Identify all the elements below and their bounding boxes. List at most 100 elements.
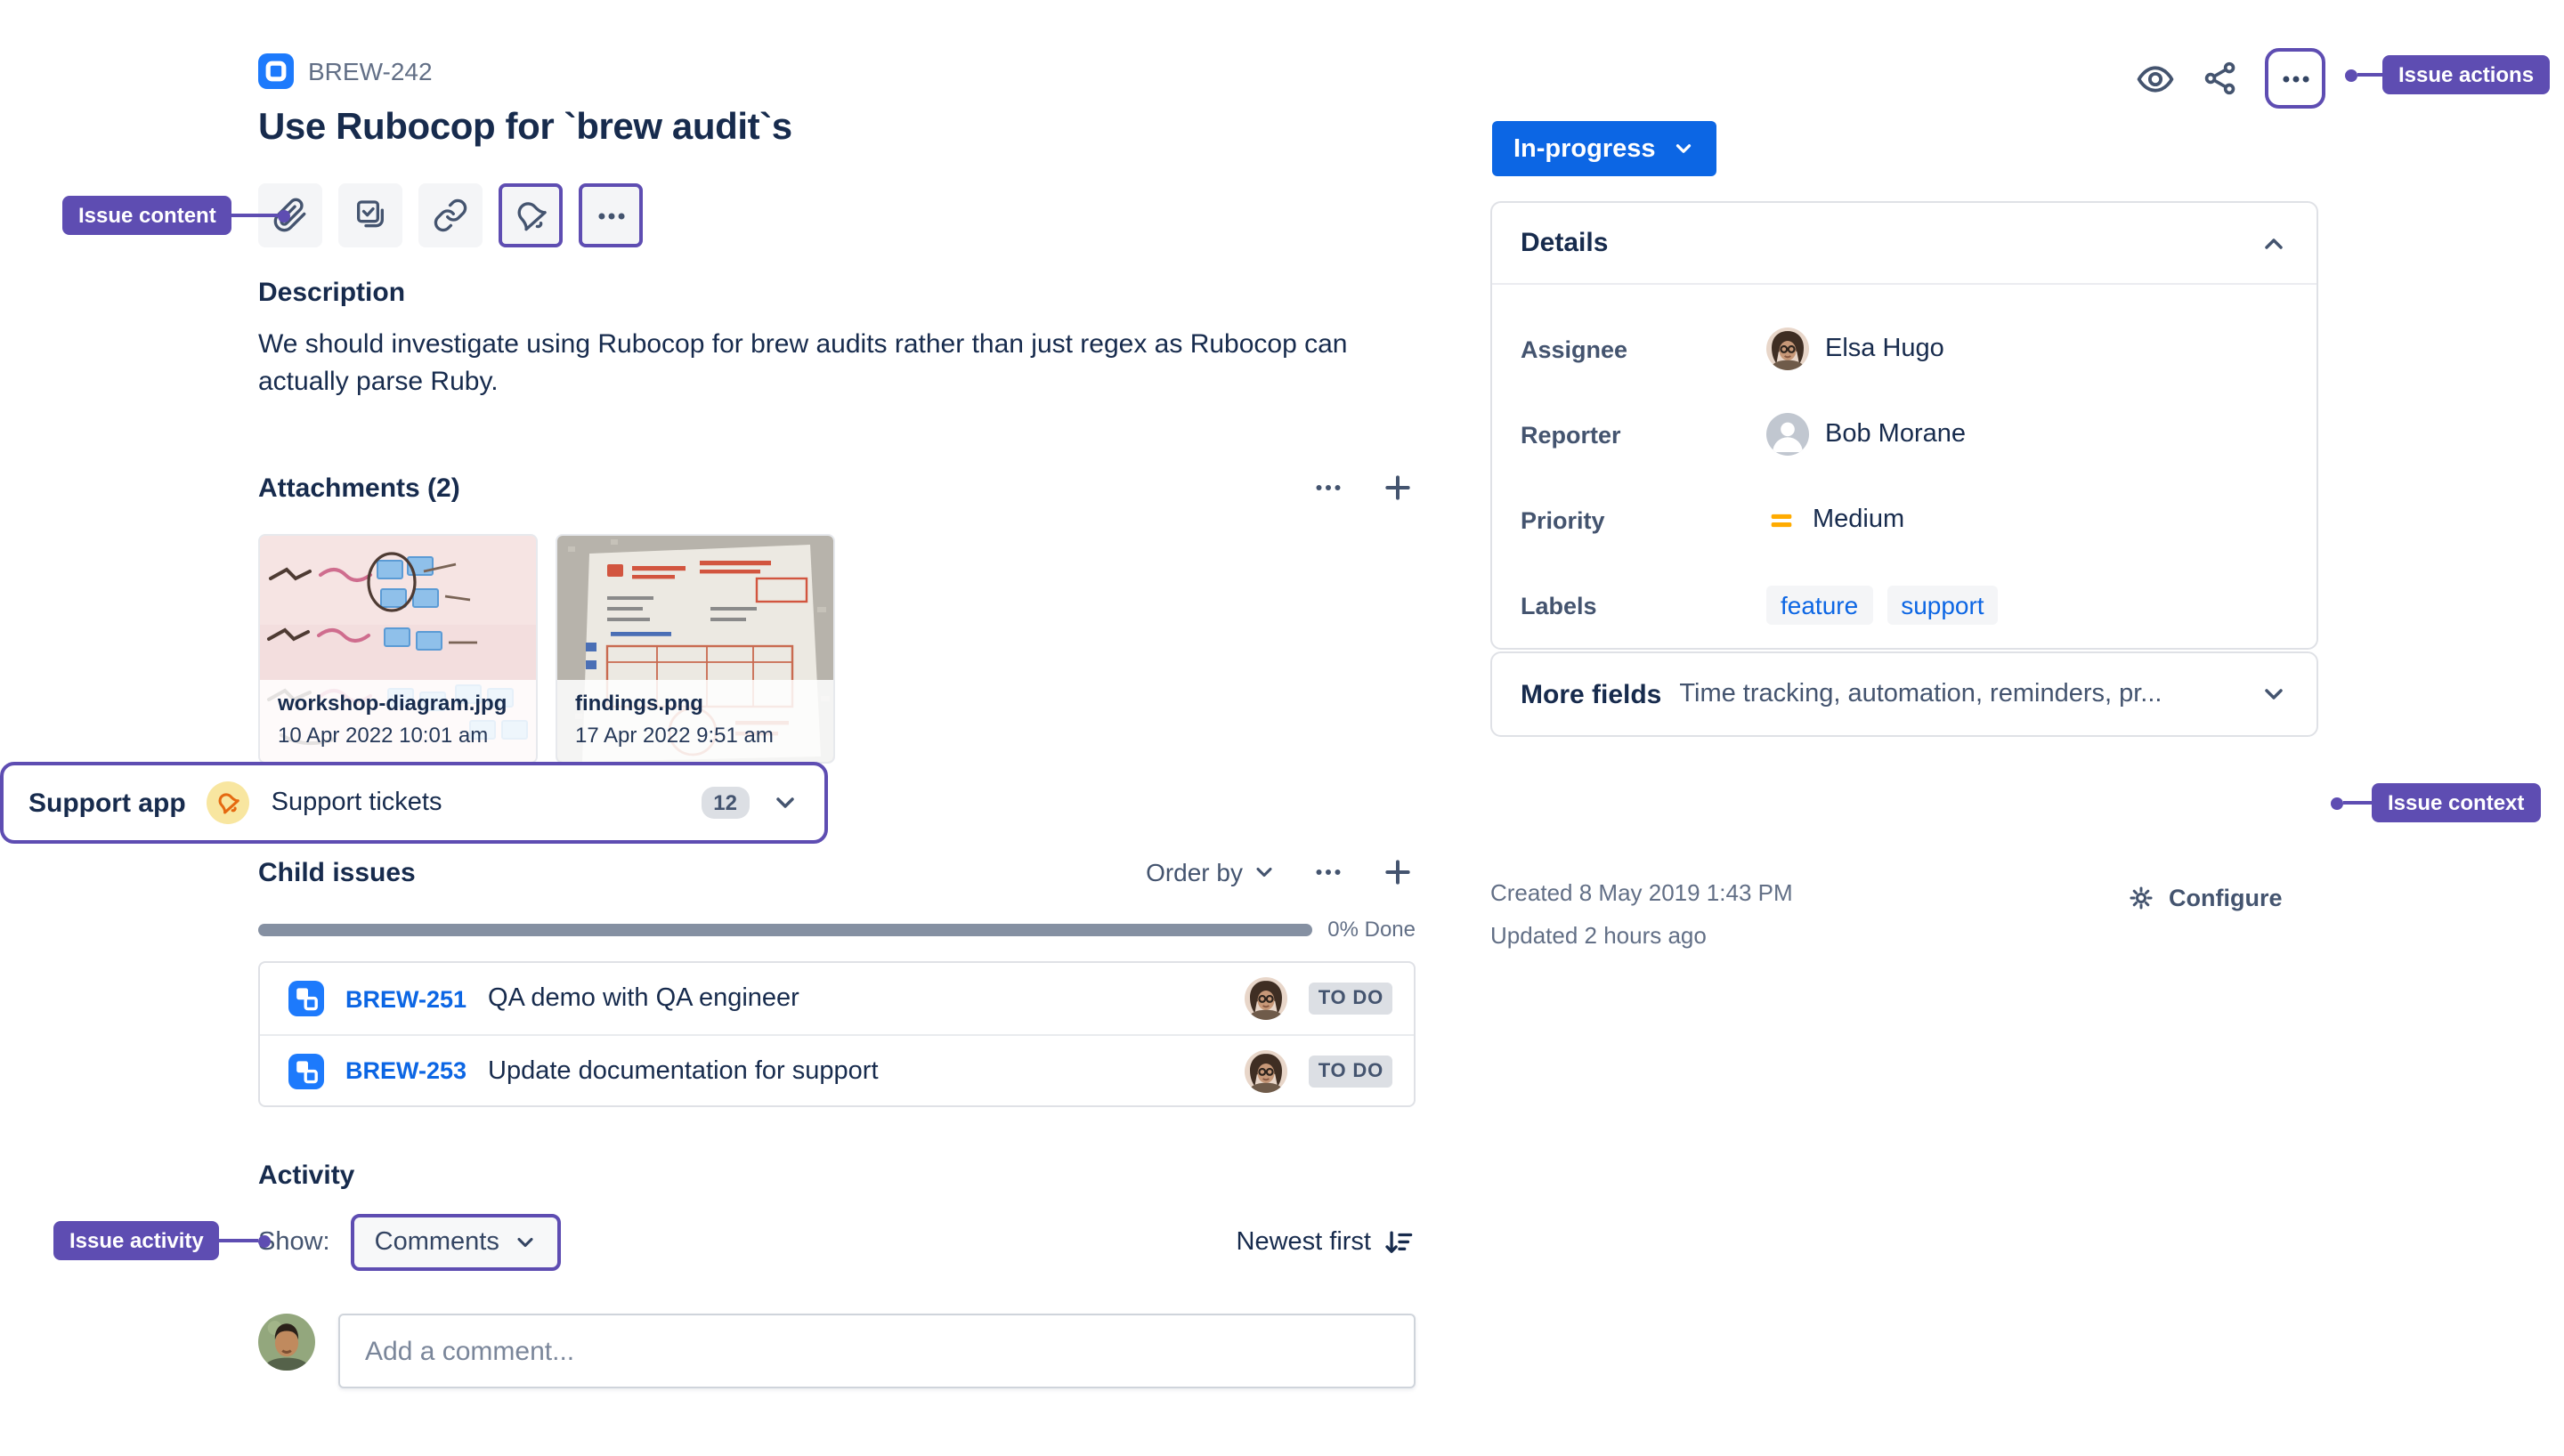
configure-button[interactable]: Configure — [2126, 883, 2283, 913]
child-issue-summary[interactable]: QA demo with QA engineer — [488, 984, 1224, 1013]
field-label: Labels — [1521, 592, 1597, 619]
labels-value: feature support — [1766, 586, 1999, 625]
sort-label: Newest first — [1236, 1228, 1372, 1257]
add-child-issue-button[interactable] — [338, 183, 402, 247]
label-chip[interactable]: feature — [1766, 586, 1873, 625]
content-more-button[interactable] — [579, 183, 643, 247]
chevron-down-icon — [514, 1230, 539, 1255]
annotation-dot — [278, 209, 291, 222]
link-icon — [433, 198, 468, 233]
order-by-button[interactable]: Order by — [1146, 858, 1277, 886]
filter-value: Comments — [374, 1228, 499, 1257]
chevron-down-icon — [1672, 137, 1695, 160]
attachment-filename: workshop-diagram.jpg — [278, 691, 507, 716]
child-issues-heading: Child issues — [258, 857, 416, 887]
more-fields-heading: More fields — [1521, 679, 1662, 709]
attachments-add-button[interactable] — [1380, 470, 1416, 506]
annotation-connector — [219, 1238, 259, 1243]
annotation-label: Issue context — [2372, 783, 2541, 822]
details-panel: Details Assignee Elsa Hugo Reporter Bob … — [1490, 201, 2318, 650]
issue-key-row: BREW-242 — [258, 53, 433, 89]
reporter-name: Bob Morane — [1825, 420, 1966, 449]
chevron-down-icon — [771, 789, 799, 817]
add-comment-input[interactable] — [338, 1314, 1416, 1388]
attachment-card[interactable]: workshop-diagram.jpg 10 Apr 2022 10:01 a… — [258, 534, 538, 764]
details-heading: Details — [1521, 228, 1609, 258]
configure-label: Configure — [2169, 885, 2283, 911]
activity-heading: Activity — [258, 1161, 355, 1191]
issue-content-toolbar — [258, 183, 643, 247]
chevron-down-icon — [2260, 680, 2288, 708]
issue-title[interactable]: Use Rubocop for `brew audit`s — [258, 107, 792, 150]
subtask-icon — [288, 981, 324, 1016]
annotation-connector — [2357, 72, 2382, 77]
reporter-value[interactable]: Bob Morane — [1766, 413, 1966, 456]
chevron-down-icon — [1252, 860, 1277, 885]
child-issue-row[interactable]: BREW-253 Update documentation for suppor… — [260, 1034, 1414, 1105]
current-user-avatar[interactable] — [258, 1314, 315, 1371]
field-row-assignee: Assignee Elsa Hugo — [1521, 328, 2288, 370]
more-fields-panel[interactable]: More fields Time tracking, automation, r… — [1490, 651, 2318, 737]
child-issues-more-button[interactable] — [1312, 856, 1344, 888]
support-app-heading: Support app — [28, 788, 186, 818]
assignee-value[interactable]: Elsa Hugo — [1766, 328, 1944, 370]
child-issue-row[interactable]: BREW-251 QA demo with QA engineer TO DO — [260, 963, 1414, 1034]
watch-button[interactable] — [2135, 58, 2176, 99]
annotation-label: Issue content — [62, 196, 232, 235]
assignee-avatar[interactable] — [1245, 1049, 1288, 1092]
assignee-avatar — [1766, 328, 1809, 370]
issue-type-icon — [258, 53, 294, 89]
field-label: Assignee — [1521, 336, 1628, 362]
status-badge[interactable]: TO DO — [1309, 983, 1392, 1015]
ellipsis-icon — [2278, 61, 2312, 95]
support-tickets-label: Support tickets — [271, 789, 442, 817]
updated-date: Updated 2 hours ago — [1490, 922, 1707, 949]
support-tickets-button[interactable] — [499, 183, 563, 247]
description-body[interactable]: We should investigate using Rubocop for … — [258, 326, 1419, 400]
gear-icon — [2126, 883, 2156, 913]
chevron-up-icon — [2260, 229, 2288, 257]
annotation-label: Issue activity — [53, 1221, 220, 1260]
priority-medium-icon — [1766, 505, 1797, 535]
sort-order-button[interactable]: Newest first — [1237, 1225, 1416, 1259]
details-header[interactable]: Details — [1492, 203, 2317, 285]
issue-key[interactable]: BREW-242 — [308, 57, 433, 85]
child-issue-key[interactable]: BREW-251 — [345, 985, 467, 1012]
share-icon — [2201, 59, 2240, 98]
activity-filter-dropdown[interactable]: Comments — [351, 1214, 562, 1271]
created-date: Created 8 May 2019 1:43 PM — [1490, 879, 1793, 906]
child-issues-list: BREW-251 QA demo with QA engineer TO DO … — [258, 961, 1416, 1107]
subtask-icon — [288, 1053, 324, 1088]
annotation-dot — [2331, 797, 2343, 809]
progress-bar — [258, 923, 1312, 935]
issue-actions-more-button[interactable] — [2265, 48, 2325, 109]
child-issue-summary[interactable]: Update documentation for support — [488, 1056, 1224, 1085]
annotation-issue-content: Issue content — [62, 196, 291, 235]
child-issue-key[interactable]: BREW-253 — [345, 1057, 467, 1084]
share-button[interactable] — [2201, 59, 2240, 98]
sort-descending-icon — [1382, 1225, 1416, 1259]
status-label: In-progress — [1513, 134, 1656, 163]
label-chip[interactable]: support — [1886, 586, 1999, 625]
annotation-connector — [231, 213, 279, 218]
status-badge[interactable]: TO DO — [1309, 1055, 1392, 1087]
attachment-date: 17 Apr 2022 9:51 am — [575, 723, 774, 748]
status-dropdown-button[interactable]: In-progress — [1492, 121, 1716, 176]
annotation-issue-activity: Issue activity — [53, 1221, 272, 1260]
support-count-badge: 12 — [701, 787, 750, 819]
field-row-reporter: Reporter Bob Morane — [1521, 413, 2288, 456]
progress-label: 0% Done — [1327, 917, 1416, 942]
support-app-icon — [207, 781, 250, 824]
priority-value[interactable]: Medium — [1766, 505, 1904, 535]
annotation-dot — [258, 1234, 272, 1247]
support-app-panel[interactable]: Support app Support tickets 12 — [0, 762, 828, 844]
child-issues-add-button[interactable] — [1380, 854, 1416, 890]
description-heading: Description — [258, 278, 406, 308]
link-button[interactable] — [418, 183, 483, 247]
attachments-more-button[interactable] — [1312, 472, 1344, 504]
attachments-heading: Attachments (2) — [258, 473, 460, 503]
activity-section: Activity Show: Comments Newest first — [258, 1161, 1416, 1388]
assignee-avatar[interactable] — [1245, 977, 1288, 1020]
attachment-card[interactable]: findings.png 17 Apr 2022 9:51 am — [556, 534, 835, 764]
annotation-connector — [2343, 800, 2372, 805]
